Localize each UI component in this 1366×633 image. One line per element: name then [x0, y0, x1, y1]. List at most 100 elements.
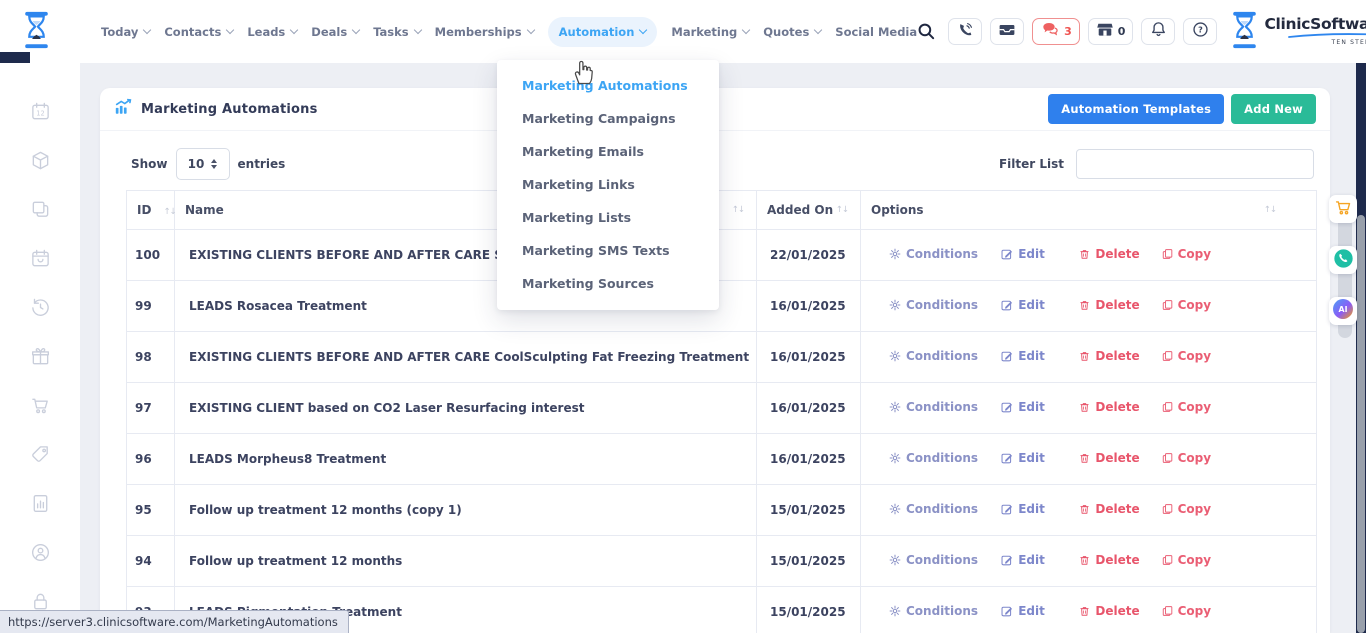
- sidebar-item-history-icon[interactable]: [30, 297, 51, 318]
- sidebar-item-calendar-12-icon[interactable]: 12: [30, 101, 51, 122]
- edit-icon: [1001, 452, 1013, 464]
- edit-icon: [1001, 554, 1013, 566]
- filter-input[interactable]: [1076, 149, 1314, 179]
- delete-icon: [1079, 248, 1090, 260]
- edit-link[interactable]: Edit: [1001, 604, 1063, 618]
- conditions-link[interactable]: Conditions: [889, 349, 985, 363]
- nav-item-deals[interactable]: Deals: [311, 25, 359, 39]
- phone-button[interactable]: [948, 18, 982, 45]
- conditions-link[interactable]: Conditions: [889, 553, 985, 567]
- edit-link[interactable]: Edit: [1001, 298, 1063, 312]
- scrollbar[interactable]: [1357, 215, 1365, 633]
- copy-icon: [1162, 401, 1173, 413]
- delete-link[interactable]: Delete: [1079, 553, 1145, 567]
- copy-link[interactable]: Copy: [1162, 247, 1211, 261]
- cart-icon: [30, 401, 51, 420]
- chat-button[interactable]: 3: [1032, 18, 1080, 45]
- chevron-down-icon: [742, 26, 750, 34]
- cell-added-on: 16/01/2025: [757, 383, 861, 434]
- menu-item-marketing-sms-texts[interactable]: Marketing SMS Texts: [497, 234, 719, 267]
- help-button[interactable]: ?: [1183, 18, 1217, 45]
- nav-item-automation[interactable]: Automation: [548, 17, 658, 47]
- clinicsoftware-logo[interactable]: ClinicSoftware .com TEN STEPS AHEAD: [1230, 11, 1366, 53]
- menu-item-marketing-automations[interactable]: Marketing Automations: [497, 69, 719, 102]
- delete-link[interactable]: Delete: [1079, 502, 1145, 516]
- menu-item-marketing-emails[interactable]: Marketing Emails: [497, 135, 719, 168]
- copy-link[interactable]: Copy: [1162, 298, 1211, 312]
- cell-options: Conditions Edit Delete Copy: [861, 281, 1317, 332]
- copy-link[interactable]: Copy: [1162, 553, 1211, 567]
- sidebar-item-support-icon[interactable]: [30, 542, 51, 563]
- nav-item-quotes[interactable]: Quotes: [763, 25, 821, 39]
- delete-link[interactable]: Delete: [1079, 400, 1145, 414]
- nav-item-social-media[interactable]: Social Media: [835, 25, 917, 39]
- cell-id: 94: [127, 536, 175, 587]
- delete-link[interactable]: Delete: [1079, 247, 1145, 261]
- cell-id: 100: [127, 230, 175, 281]
- edit-link[interactable]: Edit: [1001, 247, 1063, 261]
- delete-link[interactable]: Delete: [1079, 349, 1145, 363]
- search-icon[interactable]: [917, 22, 936, 41]
- inbox-button[interactable]: [990, 18, 1024, 45]
- automation-templates-button[interactable]: Automation Templates: [1048, 94, 1224, 124]
- floating-phone-button[interactable]: [1329, 246, 1357, 274]
- support-icon: [30, 548, 51, 567]
- nav-item-leads[interactable]: Leads: [247, 25, 297, 39]
- col-header-id[interactable]: ID↑↓: [127, 191, 175, 230]
- nav-item-memberships[interactable]: Memberships: [435, 25, 534, 39]
- floating-cart-button[interactable]: [1329, 195, 1357, 223]
- nav-item-tasks[interactable]: Tasks: [373, 25, 420, 39]
- copy-link[interactable]: Copy: [1162, 502, 1211, 516]
- delete-link[interactable]: Delete: [1079, 451, 1145, 465]
- cell-name: Follow up treatment 12 months: [175, 536, 757, 587]
- nav-item-today[interactable]: Today: [101, 25, 150, 39]
- edit-link[interactable]: Edit: [1001, 400, 1063, 414]
- cell-id: 97: [127, 383, 175, 434]
- edit-link[interactable]: Edit: [1001, 349, 1063, 363]
- delete-link[interactable]: Delete: [1079, 298, 1145, 312]
- edit-link[interactable]: Edit: [1001, 502, 1063, 516]
- show-label: Show: [131, 157, 168, 171]
- conditions-icon: [889, 299, 901, 311]
- entries-select[interactable]: 10: [176, 148, 230, 180]
- sidebar-item-layers-icon[interactable]: [30, 199, 51, 220]
- floating-ai-button[interactable]: AI: [1329, 297, 1357, 325]
- add-new-button[interactable]: Add New: [1231, 94, 1316, 124]
- table-row: 94 Follow up treatment 12 months 15/01/2…: [127, 536, 1317, 587]
- col-header-options[interactable]: Options↑↓: [861, 191, 1317, 230]
- conditions-link[interactable]: Conditions: [889, 502, 985, 516]
- menu-item-marketing-campaigns[interactable]: Marketing Campaigns: [497, 102, 719, 135]
- nav-item-contacts[interactable]: Contacts: [164, 25, 233, 39]
- brand-hourglass-logo[interactable]: [22, 11, 51, 53]
- copy-link[interactable]: Copy: [1162, 451, 1211, 465]
- menu-item-marketing-sources[interactable]: Marketing Sources: [497, 267, 719, 300]
- copy-link[interactable]: Copy: [1162, 604, 1211, 618]
- calendar-12-icon: 12: [30, 107, 51, 126]
- sidebar-item-lock-icon[interactable]: [30, 591, 51, 612]
- sidebar-item-calendar-event-icon[interactable]: [30, 248, 51, 269]
- chat-icon: [1040, 22, 1060, 41]
- conditions-link[interactable]: Conditions: [889, 604, 985, 618]
- menu-item-marketing-lists[interactable]: Marketing Lists: [497, 201, 719, 234]
- delete-link[interactable]: Delete: [1079, 604, 1145, 618]
- sidebar-item-cart-icon[interactable]: [30, 395, 51, 416]
- sidebar-item-tag-icon[interactable]: [30, 444, 51, 465]
- sidebar-item-cube-icon[interactable]: [30, 150, 51, 171]
- edit-link[interactable]: Edit: [1001, 553, 1063, 567]
- sidebar-item-report-icon[interactable]: [30, 493, 51, 514]
- edit-link[interactable]: Edit: [1001, 451, 1063, 465]
- store-button[interactable]: 0: [1088, 18, 1134, 45]
- copy-link[interactable]: Copy: [1162, 400, 1211, 414]
- edit-icon: [1001, 605, 1013, 617]
- chevron-down-icon: [814, 26, 822, 34]
- sidebar-item-gift-icon[interactable]: [30, 346, 51, 367]
- conditions-link[interactable]: Conditions: [889, 451, 985, 465]
- conditions-link[interactable]: Conditions: [889, 298, 985, 312]
- copy-link[interactable]: Copy: [1162, 349, 1211, 363]
- nav-item-marketing[interactable]: Marketing: [671, 25, 749, 39]
- menu-item-marketing-links[interactable]: Marketing Links: [497, 168, 719, 201]
- conditions-link[interactable]: Conditions: [889, 400, 985, 414]
- conditions-link[interactable]: Conditions: [889, 247, 985, 261]
- notifications-button[interactable]: [1141, 18, 1175, 45]
- col-header-added-on[interactable]: Added On↑↓: [757, 191, 861, 230]
